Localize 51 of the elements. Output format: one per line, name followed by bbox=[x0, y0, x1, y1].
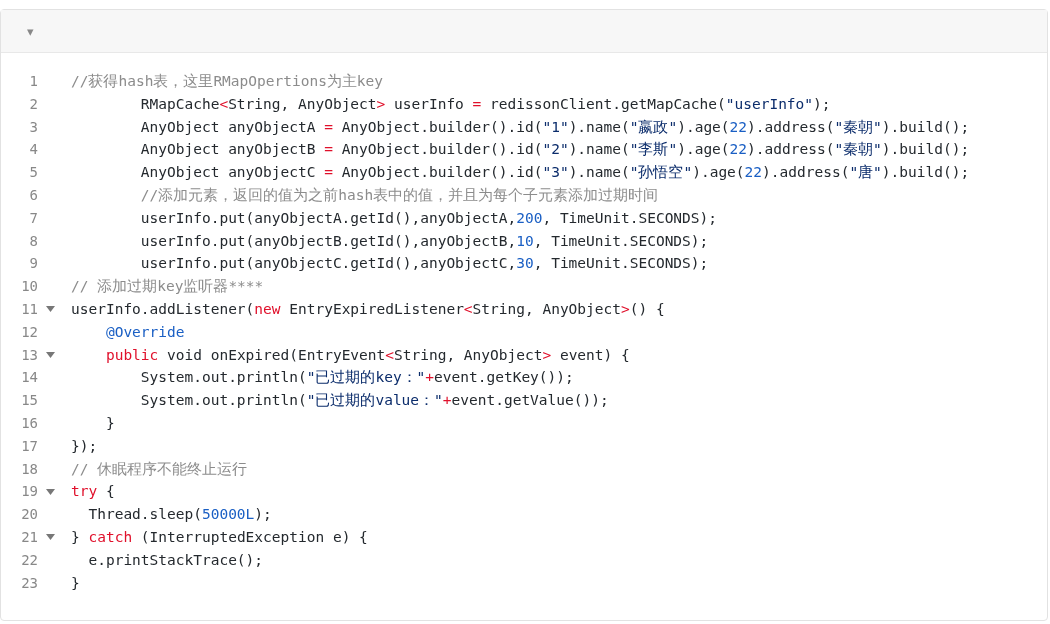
line-number: 23 bbox=[20, 573, 38, 593]
code-line: // 休眠程序不能终止运行 bbox=[71, 459, 248, 479]
line-number: 13 bbox=[20, 345, 38, 365]
code-line: userInfo.put(anyObjectC.getId(),anyObjectC,30, TimeUnit.SECONDS); bbox=[139, 254, 709, 274]
code-line: System.out.println("已过期的value："+event.getValue()); bbox=[139, 391, 609, 411]
line-number: 5 bbox=[28, 163, 38, 183]
code-line: Thread.sleep(50000L); bbox=[87, 505, 272, 525]
line-number: 15 bbox=[20, 391, 38, 411]
code-line: AnyObject anyObjectB = AnyObject.builder().id("2").name("李斯").age(22).address("秦朝").build(); bbox=[139, 140, 970, 160]
line-number: 2 bbox=[28, 94, 38, 114]
fold-toggle-icon[interactable] bbox=[46, 306, 55, 313]
line-number: 20 bbox=[20, 505, 38, 525]
line-number: 12 bbox=[20, 322, 38, 342]
line-number: 19 bbox=[20, 482, 38, 502]
code-line: @Override bbox=[104, 322, 185, 342]
code-line: RMapCache<String, AnyObject> userInfo = redissonClient.getMapCache("userInfo"); bbox=[139, 94, 831, 114]
line-number: 1 bbox=[28, 72, 38, 91]
code-line: //获得hash表，这里RMapOpertions为主key bbox=[71, 72, 384, 91]
code-line: }); bbox=[71, 436, 98, 456]
line-number: 6 bbox=[28, 186, 38, 205]
code-line: } bbox=[71, 573, 80, 593]
line-number: 11 bbox=[20, 299, 38, 319]
code-line: System.out.println("已过期的key："+event.getKey()); bbox=[139, 368, 574, 388]
line-number: 9 bbox=[28, 254, 38, 274]
code-line: AnyObject anyObjectA = AnyObject.builder().id("1").name("嬴政").age(22).address("秦朝").build(); bbox=[139, 117, 970, 137]
line-number: 21 bbox=[20, 527, 38, 547]
line-number: 7 bbox=[28, 208, 38, 228]
line-number: 3 bbox=[28, 117, 38, 137]
line-number: 4 bbox=[28, 140, 38, 160]
code-line: } catch (InterruptedException e) { bbox=[71, 527, 368, 547]
fold-toggle-icon[interactable] bbox=[46, 351, 55, 358]
code-line: public void onExpired(EntryEvent<String, AnyObject> event) { bbox=[104, 345, 630, 365]
code-line: userInfo.put(anyObjectA.getId(),anyObjectA,200, TimeUnit.SECONDS); bbox=[139, 208, 718, 228]
line-number: 10 bbox=[20, 277, 38, 297]
code-line: userInfo.addListener(new EntryExpiredListener<String, AnyObject>() { bbox=[71, 299, 665, 319]
line-number: 17 bbox=[20, 436, 38, 456]
code-line: try { bbox=[71, 482, 115, 502]
code-line: e.printStackTrace(); bbox=[87, 550, 264, 570]
line-number: 14 bbox=[20, 368, 38, 388]
line-number: 16 bbox=[20, 413, 38, 433]
collapse-button[interactable]: ▾ bbox=[26, 24, 35, 38]
fold-toggle-icon[interactable] bbox=[46, 488, 55, 495]
fold-toggle-icon[interactable] bbox=[46, 534, 55, 541]
code-line: // 添加过期key监听器**** bbox=[71, 277, 264, 297]
code-line: //添加元素，返回的值为之前hash表中的值，并且为每个子元素添加过期时间 bbox=[139, 186, 659, 205]
line-number: 18 bbox=[20, 459, 38, 479]
code-line: AnyObject anyObjectC = AnyObject.builder().id("3").name("孙悟空").age(22).address("唐").build(); bbox=[139, 163, 970, 183]
code-line: } bbox=[104, 413, 115, 433]
code-line: userInfo.put(anyObjectB.getId(),anyObjectB,10, TimeUnit.SECONDS); bbox=[139, 231, 709, 251]
line-number: 8 bbox=[28, 231, 38, 251]
line-number: 22 bbox=[20, 550, 38, 570]
